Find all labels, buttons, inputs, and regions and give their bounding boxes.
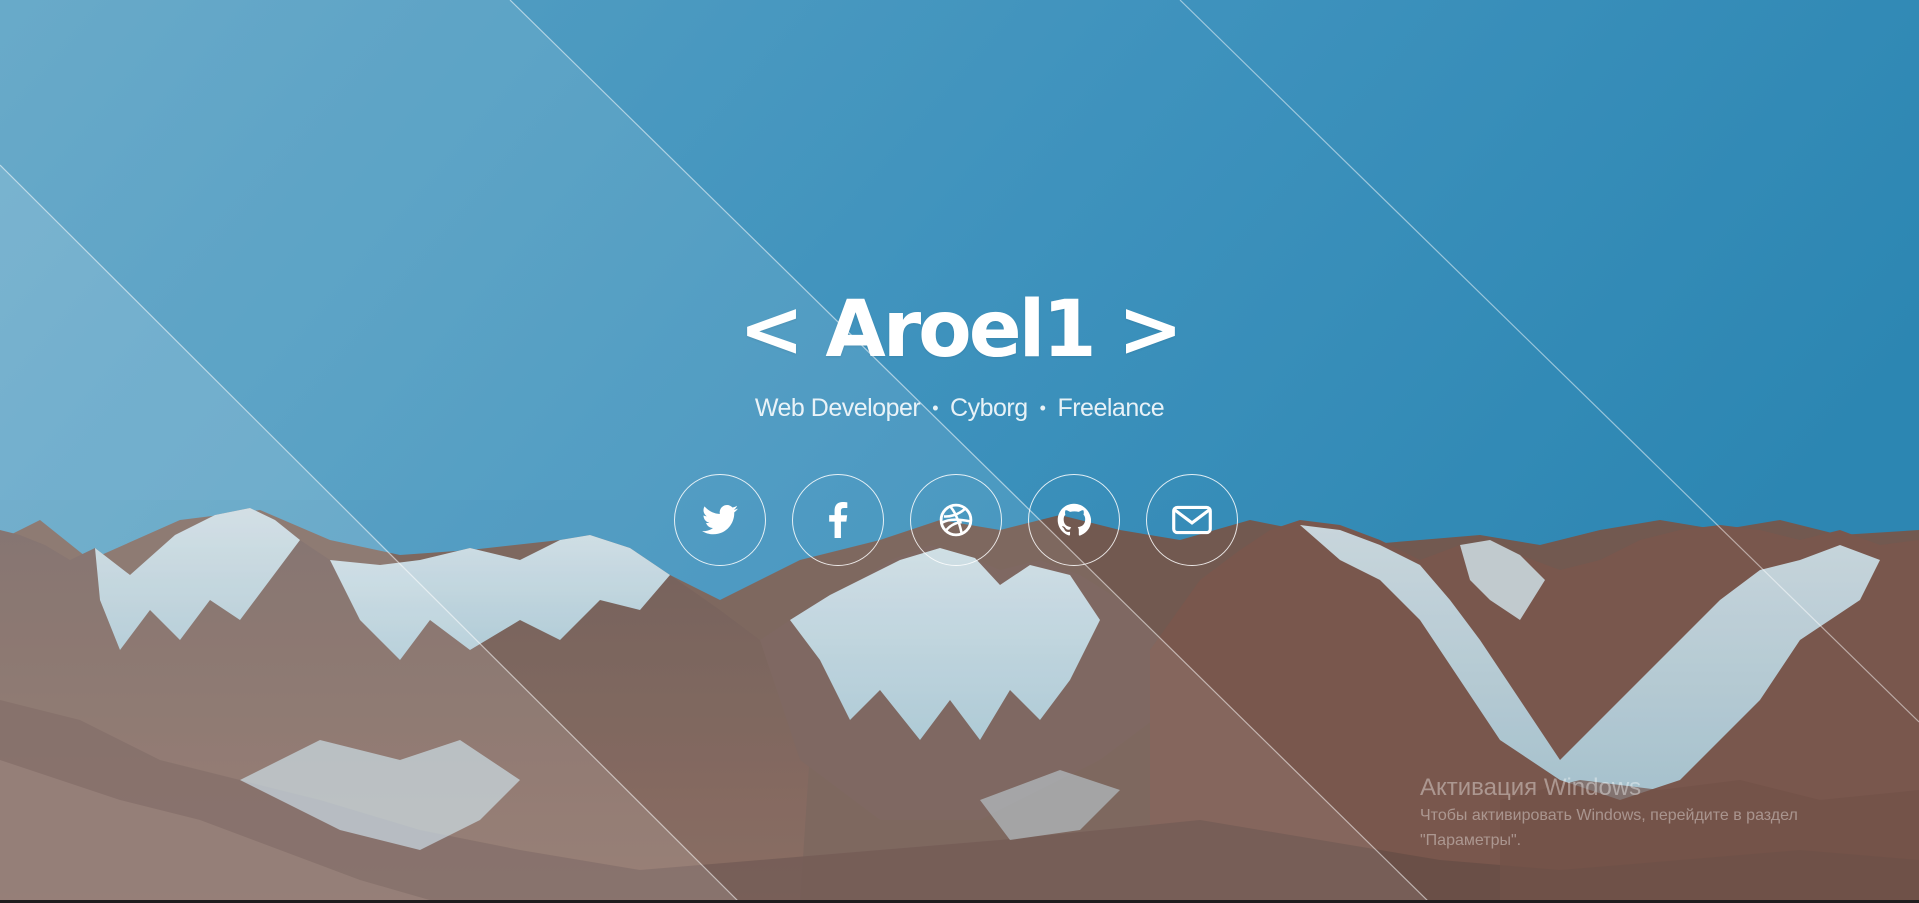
site-title: < Aroel1 >	[738, 285, 1183, 375]
facebook-icon	[829, 502, 848, 538]
social-links	[674, 474, 1238, 566]
watermark-text-line1: Чтобы активировать Windows, перейдите в …	[1420, 807, 1798, 824]
github-icon	[1057, 503, 1091, 536]
tagline-item-freelance: Freelance	[1057, 394, 1165, 422]
tagline-separator: •	[932, 398, 939, 418]
mountain-background	[0, 0, 1919, 903]
tagline-item-cyborg: Cyborg	[950, 394, 1028, 422]
twitter-icon	[702, 505, 738, 535]
facebook-button[interactable]	[792, 474, 884, 566]
tagline: Web Developer • Cyborg • Freelance	[0, 394, 1919, 423]
hero-section: < Aroel1 > Web Developer • Cyborg • Freelanc…	[0, 280, 1919, 423]
tagline-item-web-developer: Web Developer	[754, 394, 921, 422]
watermark-title: Активация Windows	[1420, 774, 1642, 801]
email-button[interactable]	[1146, 474, 1238, 566]
tagline-separator: •	[1039, 398, 1046, 418]
twitter-button[interactable]	[674, 474, 766, 566]
hero-page: < Aroel1 > Web Developer • Cyborg • Freelanc…	[0, 0, 1919, 903]
watermark-text-line2: "Параметры".	[1420, 832, 1522, 849]
envelope-icon	[1172, 505, 1212, 535]
dribbble-icon	[939, 503, 973, 537]
windows-activation-watermark: Активация Windows Чтобы активировать Win…	[1420, 773, 1860, 853]
dribbble-button[interactable]	[910, 474, 1002, 566]
github-button[interactable]	[1028, 474, 1120, 566]
